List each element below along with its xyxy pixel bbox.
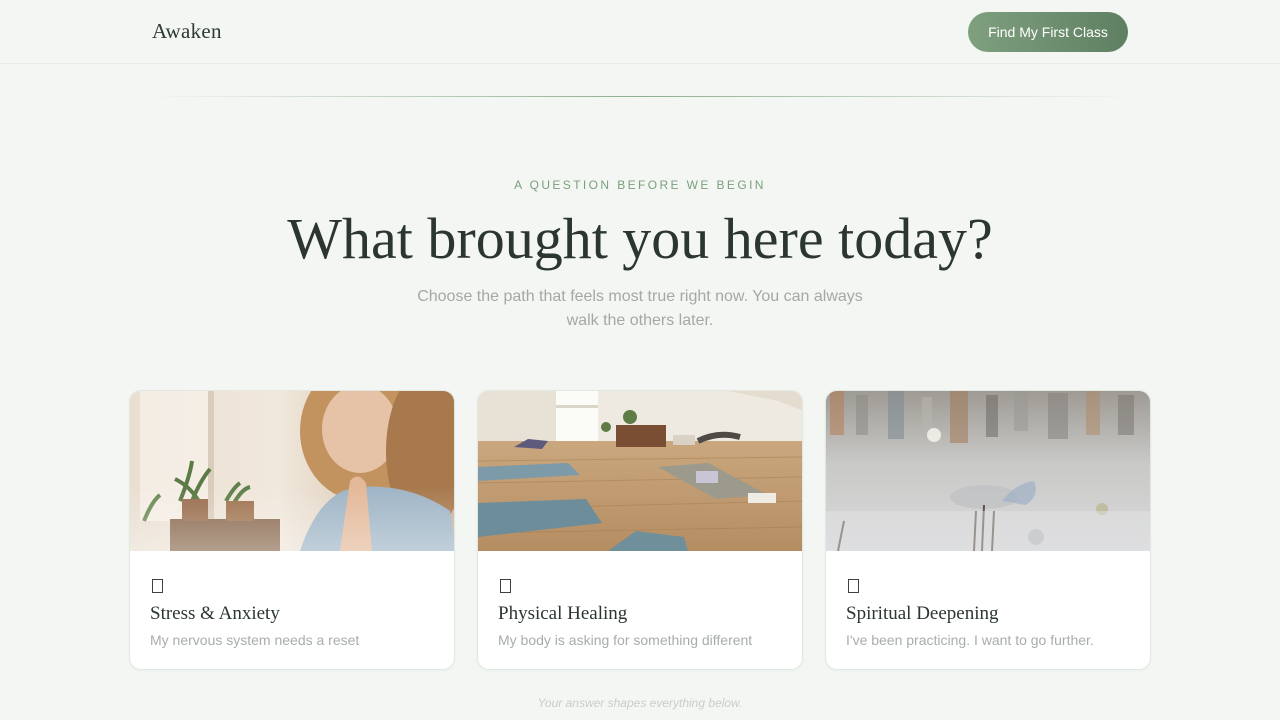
- path-card-title: Physical Healing: [498, 603, 628, 624]
- top-nav: Awaken Find My First Class: [0, 0, 1280, 64]
- divider-line: [150, 96, 1130, 97]
- path-card-description: My nervous system needs a reset: [150, 632, 360, 648]
- yoga-studio-photo: [478, 391, 802, 551]
- find-first-class-button[interactable]: Find My First Class: [968, 12, 1128, 52]
- path-card-title: Spiritual Deepening: [846, 603, 999, 624]
- page-subtitle: Choose the path that feels most true rig…: [417, 288, 863, 329]
- checkbox-icon[interactable]: [500, 579, 511, 593]
- path-card-description: My body is asking for something differen…: [498, 632, 753, 648]
- checkbox-icon[interactable]: [848, 579, 859, 593]
- path-card-title: Stress & Anxiety: [150, 603, 280, 624]
- path-card-stress-anxiety[interactable]: Stress & Anxiety My nervous system needs…: [129, 390, 455, 670]
- eyebrow-text: A QUESTION BEFORE WE BEGIN: [514, 178, 766, 192]
- path-card-spiritual-deepening[interactable]: Spiritual Deepening I've been practicing…: [825, 390, 1151, 670]
- footnote-text: Your answer shapes everything below.: [537, 696, 743, 710]
- page-title: What brought you here today?: [287, 206, 993, 271]
- woman-meditating-photo: [130, 391, 454, 551]
- path-card-description: I've been practicing. I want to go furth…: [846, 632, 1094, 648]
- brand-logo[interactable]: Awaken: [152, 19, 222, 44]
- path-card-physical-healing[interactable]: Physical Healing My body is asking for s…: [477, 390, 803, 670]
- incense-altar-photo: [826, 391, 1150, 551]
- checkbox-icon[interactable]: [152, 579, 163, 593]
